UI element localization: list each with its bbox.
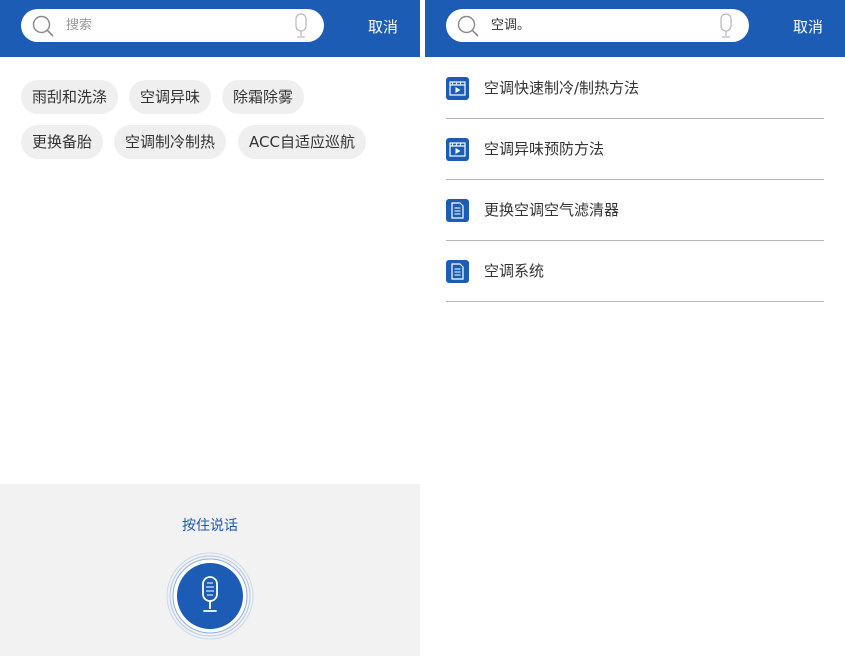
search-header: 空调。 取消 xyxy=(425,0,845,57)
result-item[interactable]: 空调快速制冷/制热方法 xyxy=(446,58,824,119)
microphone-icon[interactable] xyxy=(718,13,734,39)
search-input[interactable]: 空调。 xyxy=(446,9,749,42)
video-icon xyxy=(446,138,469,161)
result-item[interactable]: 空调异味预防方法 xyxy=(446,119,824,180)
microphone-icon[interactable] xyxy=(293,13,309,39)
suggestion-tag[interactable]: 更换备胎 xyxy=(21,125,104,159)
cancel-button[interactable]: 取消 xyxy=(793,17,823,37)
search-query: 空调。 xyxy=(491,18,531,33)
suggestion-tag[interactable]: 雨刮和洗涤 xyxy=(21,80,119,114)
suggestion-tag[interactable]: ACC自适应巡航 xyxy=(238,125,366,159)
search-placeholder: 搜索 xyxy=(66,18,93,33)
result-title: 空调快速制冷/制热方法 xyxy=(484,79,640,97)
search-screen-results: 空调。 取消 空调快速制冷/制热方法 空调异味预防方法 更换空调空气滤清器 空调… xyxy=(425,0,845,656)
document-icon xyxy=(446,199,469,222)
search-header: 搜索 取消 xyxy=(0,0,420,57)
result-item[interactable]: 更换空调空气滤清器 xyxy=(446,180,824,241)
result-title: 空调异味预防方法 xyxy=(484,140,605,158)
suggestion-tag[interactable]: 除霜除雾 xyxy=(222,80,305,114)
voice-input-panel: 按住说话 xyxy=(0,484,420,656)
result-title: 更换空调空气滤清器 xyxy=(484,201,620,219)
search-icon xyxy=(32,15,54,37)
hold-to-speak-button[interactable] xyxy=(166,552,254,640)
search-screen-initial: 搜索 取消 雨刮和洗涤 空调异味 除霜除雾 更换备胎 空调制冷制热 ACC自适应… xyxy=(0,0,420,656)
result-item[interactable]: 空调系统 xyxy=(446,241,824,302)
suggestion-tag[interactable]: 空调制冷制热 xyxy=(114,125,227,159)
suggestion-tag[interactable]: 空调异味 xyxy=(129,80,212,114)
search-icon xyxy=(457,15,479,37)
cancel-button[interactable]: 取消 xyxy=(368,17,398,37)
document-icon xyxy=(446,260,469,283)
video-icon xyxy=(446,77,469,100)
hold-to-speak-label: 按住说话 xyxy=(182,518,238,534)
result-title: 空调系统 xyxy=(484,262,545,280)
search-input[interactable]: 搜索 xyxy=(21,9,324,42)
